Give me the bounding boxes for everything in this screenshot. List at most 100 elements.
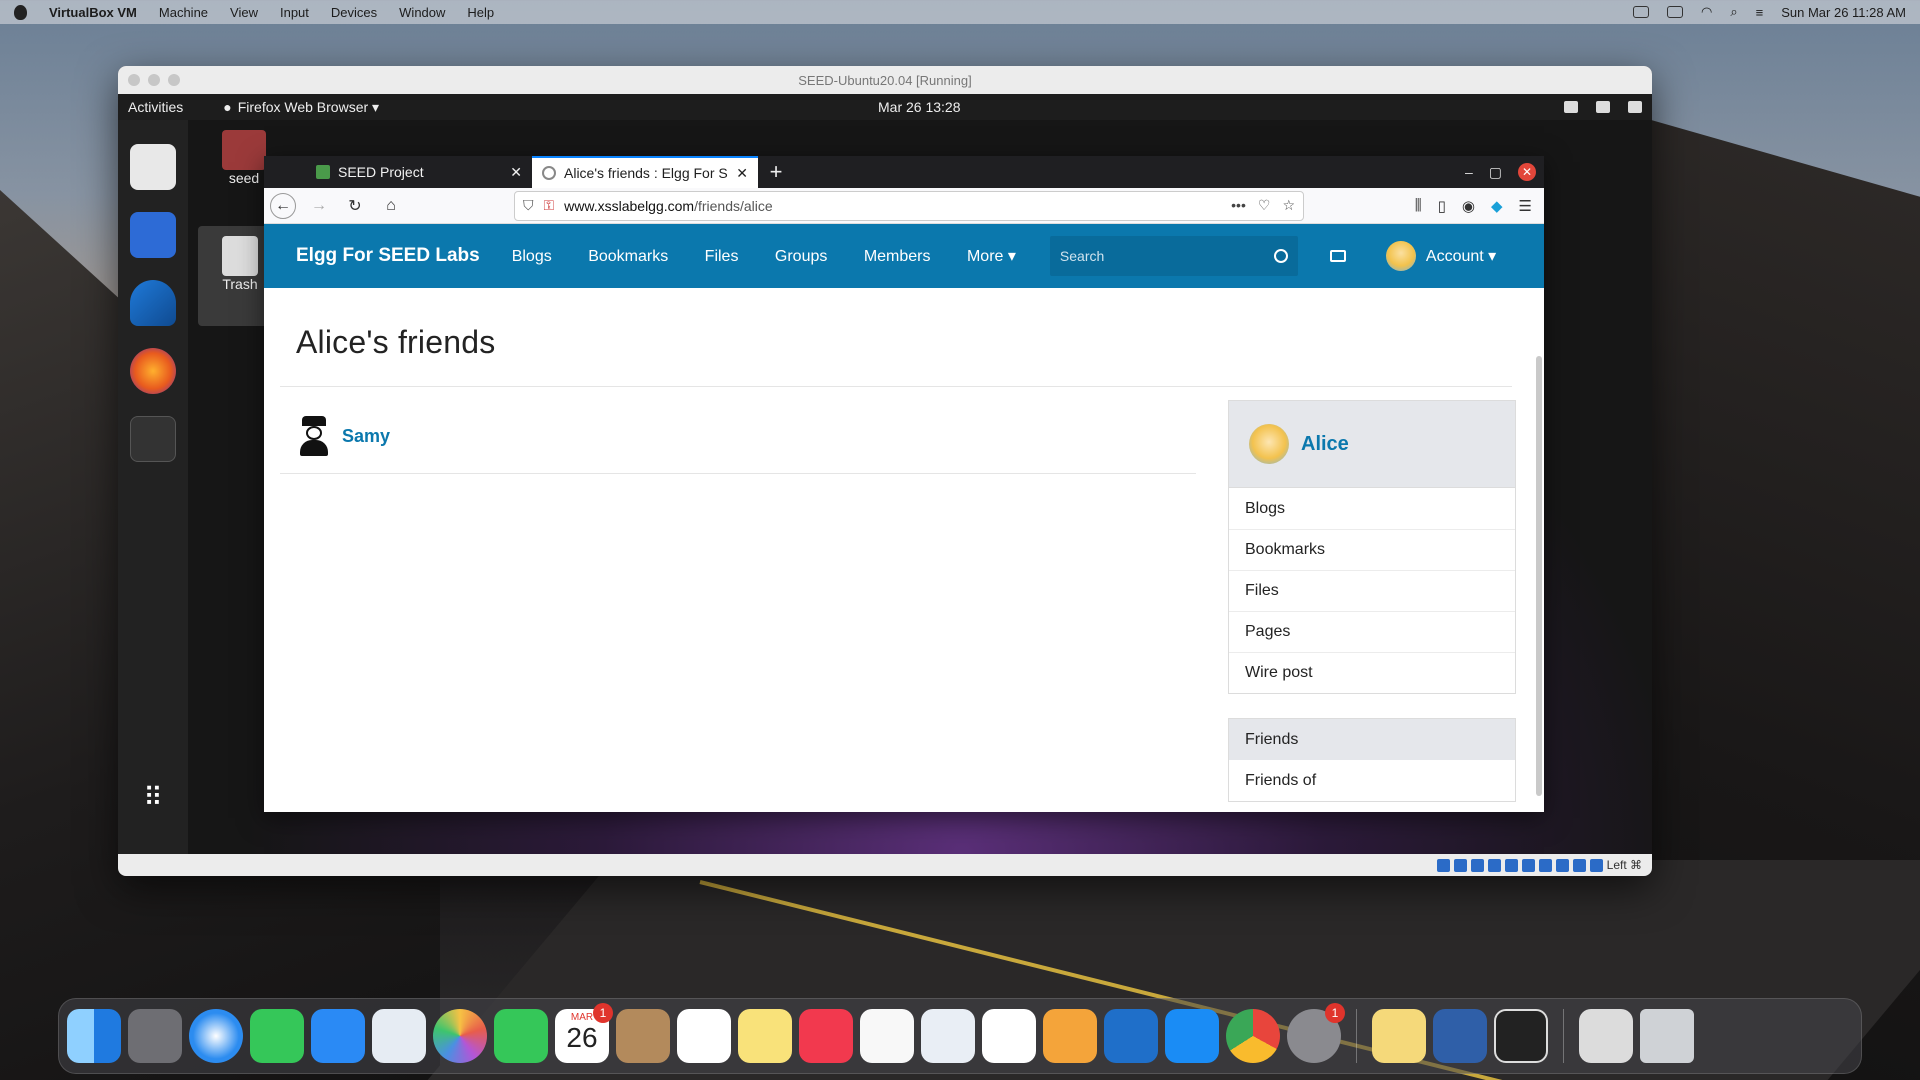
search-icon[interactable] (1273, 249, 1288, 263)
account-icon[interactable]: ◉ (1462, 197, 1475, 215)
numbers-icon[interactable] (982, 1009, 1036, 1063)
account-menu[interactable]: Account ▾ (1385, 241, 1496, 271)
show-apps-icon[interactable]: ⠿ (130, 774, 176, 820)
nav-groups[interactable]: Groups (775, 248, 827, 266)
sidebar-item-files[interactable]: Files (1229, 570, 1515, 611)
elgg-brand[interactable]: Elgg For SEED Labs (296, 245, 480, 267)
notes-icon[interactable] (738, 1009, 792, 1063)
reload-button[interactable]: ↻ (342, 193, 368, 219)
bookmark-star-icon[interactable]: ☆ (1282, 197, 1295, 214)
nav-more[interactable]: More ▾ (967, 246, 1016, 266)
page-actions-icon[interactable]: ••• (1231, 197, 1246, 214)
mac-menu-help[interactable]: Help (467, 5, 494, 20)
tab-close-icon[interactable]: ✕ (736, 165, 748, 182)
vm-shared-folder-icon[interactable] (1521, 858, 1535, 872)
desktop-home-folder[interactable]: seed (222, 130, 266, 186)
vm-disk-icon[interactable] (1436, 858, 1450, 872)
vm-window-thumbnail-icon[interactable] (1494, 1009, 1548, 1063)
nav-members[interactable]: Members (864, 248, 931, 266)
nav-bookmarks[interactable]: Bookmarks (588, 248, 668, 266)
search-input[interactable] (1059, 248, 1240, 264)
page-scrollbar[interactable] (1536, 356, 1542, 796)
extension-icon[interactable]: ◆ (1491, 197, 1503, 215)
contacts-icon[interactable] (616, 1009, 670, 1063)
forward-button[interactable]: → (306, 193, 332, 219)
news-icon[interactable] (860, 1009, 914, 1063)
vm-network-icon[interactable] (1487, 858, 1501, 872)
keynote-icon[interactable] (921, 1009, 975, 1063)
finder-icon[interactable] (67, 1009, 121, 1063)
nav-files[interactable]: Files (705, 248, 739, 266)
mac-menu-view[interactable]: View (230, 5, 258, 20)
ubuntu-clock[interactable]: Mar 26 13:28 (878, 99, 961, 115)
firefox-dock-icon[interactable] (130, 348, 176, 394)
hamburger-menu-icon[interactable]: ☰ (1519, 197, 1532, 215)
vscode-icon[interactable] (1104, 1009, 1158, 1063)
spy-avatar-icon[interactable] (298, 416, 330, 456)
sidebar-item-friends[interactable]: Friends (1229, 719, 1515, 760)
maps-icon[interactable] (372, 1009, 426, 1063)
maximize-icon[interactable]: ▢ (1489, 164, 1502, 181)
vm-tray-icon[interactable] (1633, 6, 1649, 18)
launchpad-icon[interactable] (128, 1009, 182, 1063)
library-icon[interactable]: ⫼ (1415, 197, 1422, 215)
downloads-stack-icon[interactable] (1579, 1009, 1633, 1063)
app-store-icon[interactable] (1165, 1009, 1219, 1063)
terminal-app-icon[interactable] (130, 416, 176, 462)
mac-menu-devices[interactable]: Devices (331, 5, 377, 20)
facetime-icon[interactable] (494, 1009, 548, 1063)
vm-audio-icon[interactable] (1470, 858, 1484, 872)
photos-icon[interactable] (433, 1009, 487, 1063)
tab-alices-friends[interactable]: Alice's friends : Elgg For SEED Labs ✕ (532, 156, 758, 188)
wireshark-app-icon[interactable] (130, 280, 176, 326)
reminders-icon[interactable] (677, 1009, 731, 1063)
insecure-lock-icon[interactable]: ⚿ (544, 197, 555, 214)
chrome-icon[interactable] (1226, 1009, 1280, 1063)
vm-optical-icon[interactable] (1453, 858, 1467, 872)
mac-app-name[interactable]: VirtualBox VM (49, 5, 137, 20)
music-icon[interactable] (799, 1009, 853, 1063)
mac-menu-machine[interactable]: Machine (159, 5, 208, 20)
vm-cpu-icon[interactable] (1572, 858, 1586, 872)
apple-icon[interactable] (14, 4, 27, 20)
sidebar-item-pages[interactable]: Pages (1229, 611, 1515, 652)
vm-titlebar[interactable]: SEED-Ubuntu20.04 [Running] (118, 66, 1652, 94)
vm-mouse-icon[interactable] (1589, 858, 1603, 872)
stickies-icon[interactable] (1372, 1009, 1426, 1063)
owner-name-link[interactable]: Alice (1301, 433, 1349, 456)
url-bar[interactable]: ⛉ ⚿ www.xsslabelgg.com/friends/alice •••… (514, 190, 1304, 221)
virtualbox-icon[interactable] (1433, 1009, 1487, 1063)
sidebar-item-friends-of[interactable]: Friends of (1229, 760, 1515, 801)
sidebar-item-bookmarks[interactable]: Bookmarks (1229, 529, 1515, 570)
friend-name-link[interactable]: Samy (342, 426, 390, 447)
safari-icon[interactable] (189, 1009, 243, 1063)
battery-icon[interactable] (1667, 6, 1683, 18)
pocket-icon[interactable]: ♡ (1258, 197, 1271, 214)
spotlight-icon[interactable]: ⌕ (1730, 4, 1737, 20)
vm-usb-icon[interactable] (1504, 858, 1518, 872)
home-button[interactable]: ⌂ (378, 193, 404, 219)
vm-display-icon[interactable] (1538, 858, 1552, 872)
ubuntu-activities[interactable]: Activities (128, 99, 183, 115)
screenshot-app-icon[interactable] (130, 212, 176, 258)
control-center-icon[interactable]: ≡ (1756, 5, 1764, 20)
pages-icon[interactable] (1043, 1009, 1097, 1063)
trash-dock-icon[interactable] (1640, 1009, 1694, 1063)
files-app-icon[interactable] (130, 144, 176, 190)
minimize-icon[interactable]: – (1465, 164, 1473, 180)
mail-app-icon[interactable] (311, 1009, 365, 1063)
owner-avatar[interactable] (1249, 424, 1289, 464)
sidebar-icon[interactable]: ▯ (1438, 197, 1446, 215)
mac-menu-window[interactable]: Window (399, 5, 445, 20)
tab-close-icon[interactable]: ✕ (510, 164, 522, 181)
close-window-icon[interactable]: ✕ (1518, 163, 1536, 181)
ubuntu-system-tray[interactable] (1564, 101, 1642, 113)
tab-seed-project[interactable]: SEED Project ✕ (306, 156, 532, 188)
sidebar-item-blogs[interactable]: Blogs (1229, 488, 1515, 529)
mac-clock[interactable]: Sun Mar 26 11:28 AM (1781, 5, 1906, 20)
system-settings-icon[interactable]: 1 (1287, 1003, 1345, 1063)
ubuntu-app-menu[interactable]: ● Firefox Web Browser ▾ (223, 99, 379, 116)
new-tab-button[interactable]: + (758, 156, 794, 188)
mac-menu-input[interactable]: Input (280, 5, 309, 20)
nav-blogs[interactable]: Blogs (512, 248, 552, 266)
